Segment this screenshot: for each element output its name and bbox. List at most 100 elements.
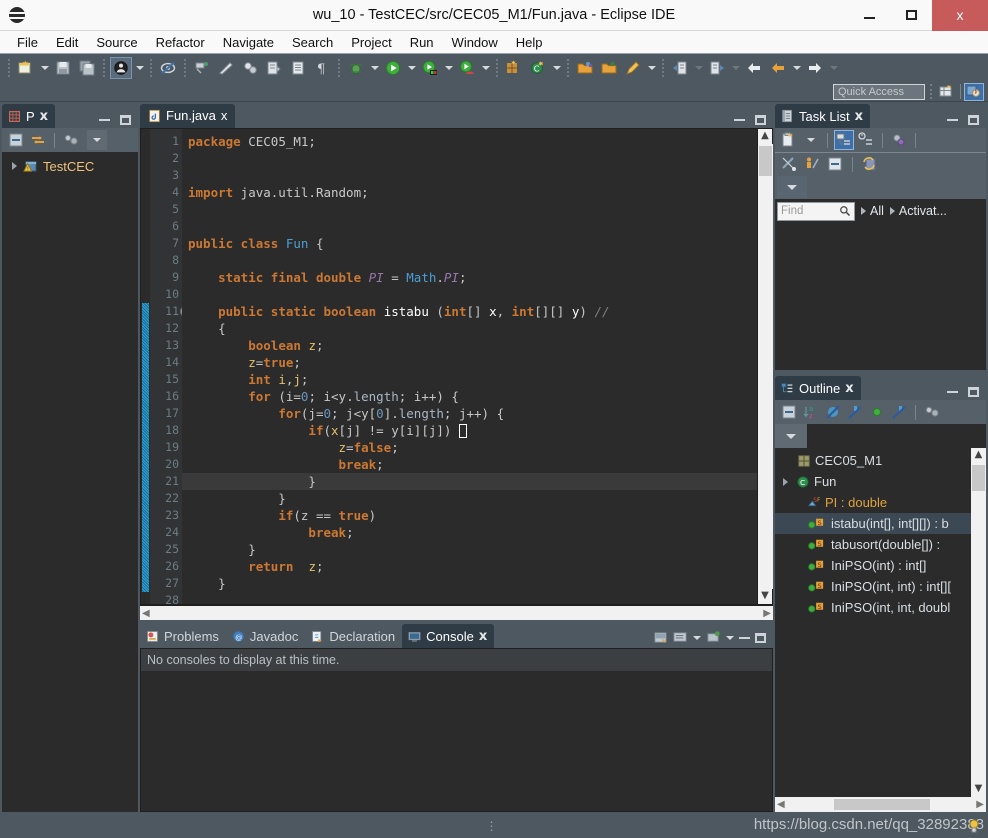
menu-help[interactable]: Help (507, 33, 552, 52)
sort-icon[interactable]: az (801, 402, 821, 422)
collapse-all-icon[interactable] (779, 402, 799, 422)
scroll-right-icon[interactable]: ▶ (763, 608, 771, 619)
save-icon[interactable] (52, 57, 74, 79)
code-line[interactable]: import java.util.Random; (182, 184, 757, 201)
code-line[interactable]: for(j=0; j<y[0].length; j++) { (182, 405, 757, 422)
console-output-area[interactable] (141, 671, 772, 811)
debug-dropdown-icon[interactable] (368, 58, 381, 78)
outline-horizontal-scrollbar[interactable]: ◀ ▶ (775, 797, 986, 812)
code-line[interactable] (182, 201, 757, 218)
link-with-editor-icon[interactable] (28, 130, 48, 150)
open-folder2-icon[interactable] (598, 57, 620, 79)
menu-run[interactable]: Run (401, 33, 443, 52)
code-line[interactable]: public static boolean istabu (int[] x, i… (182, 303, 757, 320)
code-line[interactable]: boolean z; (182, 337, 757, 354)
prev-annotation-dropdown-icon[interactable] (692, 58, 705, 78)
new-wizard-icon[interactable] (15, 57, 37, 79)
close-icon[interactable]: x (40, 110, 48, 123)
code-line[interactable] (182, 218, 757, 235)
new-class-dropdown-icon[interactable] (550, 58, 563, 78)
run-as-icon[interactable] (419, 57, 441, 79)
synchronize-icon[interactable] (889, 130, 909, 150)
debug-icon[interactable] (345, 57, 367, 79)
new-java-project-icon[interactable] (503, 57, 525, 79)
skip-dropdown-icon[interactable] (133, 58, 146, 78)
close-icon[interactable]: x (855, 110, 863, 123)
edit-dropdown-icon[interactable] (645, 58, 658, 78)
code-line[interactable]: } (182, 575, 757, 592)
outline-item[interactable]: S IniPSO(int, int) : int[][ (775, 576, 971, 597)
close-icon[interactable]: x (845, 382, 853, 395)
tab-package-explorer[interactable]: P x (2, 104, 56, 128)
back-icon[interactable] (743, 57, 765, 79)
outline-tree[interactable]: CEC05_M1 C Fun S F PI : double Sistabu(int[], … (775, 448, 971, 797)
code-line[interactable]: for (i=0; i<y.length; i++) { (182, 388, 757, 405)
skip-breakpoints-icon[interactable] (110, 57, 132, 79)
task-find-input[interactable]: Find (777, 201, 855, 221)
maximize-part-icon[interactable] (968, 387, 979, 397)
minimize-part-icon[interactable] (739, 636, 750, 639)
scroll-track[interactable] (757, 143, 773, 589)
line-number-ruler[interactable]: 1 2 3 4 5 6 7 8 9 10 11 12 13 14 15 16 17 18 19 20 21 22 23 24 2… (150, 128, 191, 607)
java-perspective-icon[interactable] (964, 82, 984, 101)
scroll-left-icon[interactable]: ◀ (777, 799, 785, 810)
code-line[interactable]: { (182, 320, 757, 337)
code-line[interactable]: int i,j; (182, 371, 757, 388)
code-line[interactable]: } (182, 490, 757, 507)
code-line[interactable] (182, 286, 757, 303)
scheduled-icon[interactable] (856, 130, 876, 150)
hide-fields-icon[interactable] (823, 402, 843, 422)
edit-icon[interactable] (622, 57, 644, 79)
tab-task-list[interactable]: Task List x (775, 104, 870, 128)
console-dropdown-icon[interactable] (693, 635, 701, 640)
quick-access-input[interactable]: Quick Access (833, 83, 925, 100)
scroll-down-icon[interactable]: ▼ (975, 782, 983, 797)
code-line[interactable]: z=false; (182, 439, 757, 456)
open-folder-icon[interactable] (574, 57, 596, 79)
forward-dropdown-icon[interactable] (827, 58, 840, 78)
close-button[interactable]: x (932, 0, 988, 31)
menu-navigate[interactable]: Navigate (214, 33, 283, 52)
code-line[interactable]: package CEC05_M1; (182, 133, 757, 150)
pilcrow-icon[interactable]: ¶ (311, 57, 333, 79)
new-task-icon[interactable] (779, 130, 799, 150)
code-line[interactable]: public class Fun { (182, 235, 757, 252)
hide-local-icon[interactable] (889, 402, 909, 422)
scroll-right-icon[interactable]: ▶ (976, 799, 984, 810)
scroll-down-icon[interactable]: ▼ (761, 589, 769, 604)
menu-project[interactable]: Project (342, 33, 400, 52)
minimize-button[interactable] (848, 0, 890, 31)
view-menu-icon[interactable] (61, 130, 81, 150)
outline-item[interactable]: S F PI : double (775, 492, 971, 513)
menu-window[interactable]: Window (443, 33, 507, 52)
task-view-dropdown-icon[interactable] (777, 176, 807, 198)
annotate-icon[interactable] (215, 57, 237, 79)
show-all-icon[interactable] (802, 154, 822, 174)
display-console-icon[interactable] (673, 630, 688, 645)
outline-item[interactable]: Sistabu(int[], int[][]) : b (775, 513, 971, 534)
link-icon[interactable] (922, 402, 942, 422)
code-line[interactable]: z=true; (182, 354, 757, 371)
task-list-items[interactable] (775, 223, 986, 370)
no-marker-icon[interactable] (157, 57, 179, 79)
focus-on-workweek-icon[interactable] (779, 154, 799, 174)
expand-arrow-icon[interactable] (12, 162, 17, 170)
code-line[interactable] (182, 150, 757, 167)
tab-declaration[interactable]: Declaration (305, 624, 402, 648)
coverage-dropdown-icon[interactable] (479, 58, 492, 78)
outline-item[interactable]: Stabusort(double[]) : (775, 534, 971, 555)
minimize-part-icon[interactable] (99, 119, 110, 121)
hide-nonpublic-icon[interactable] (867, 402, 887, 422)
run-dropdown-icon[interactable] (405, 58, 418, 78)
outline-item[interactable]: C Fun (775, 471, 971, 492)
open-perspective-icon[interactable] (937, 83, 957, 101)
outline-item[interactable]: CEC05_M1 (775, 450, 971, 471)
minimize-part-icon[interactable] (947, 391, 958, 393)
code-line[interactable]: break; (182, 456, 757, 473)
open-task-icon[interactable] (287, 57, 309, 79)
back-dropdown-icon[interactable] (790, 58, 803, 78)
code-line[interactable]: break; (182, 524, 757, 541)
code-line[interactable]: if(x[j] != y[i][j]) (182, 422, 757, 439)
new-class-icon[interactable]: C (527, 57, 549, 79)
maximize-button[interactable] (890, 0, 932, 31)
